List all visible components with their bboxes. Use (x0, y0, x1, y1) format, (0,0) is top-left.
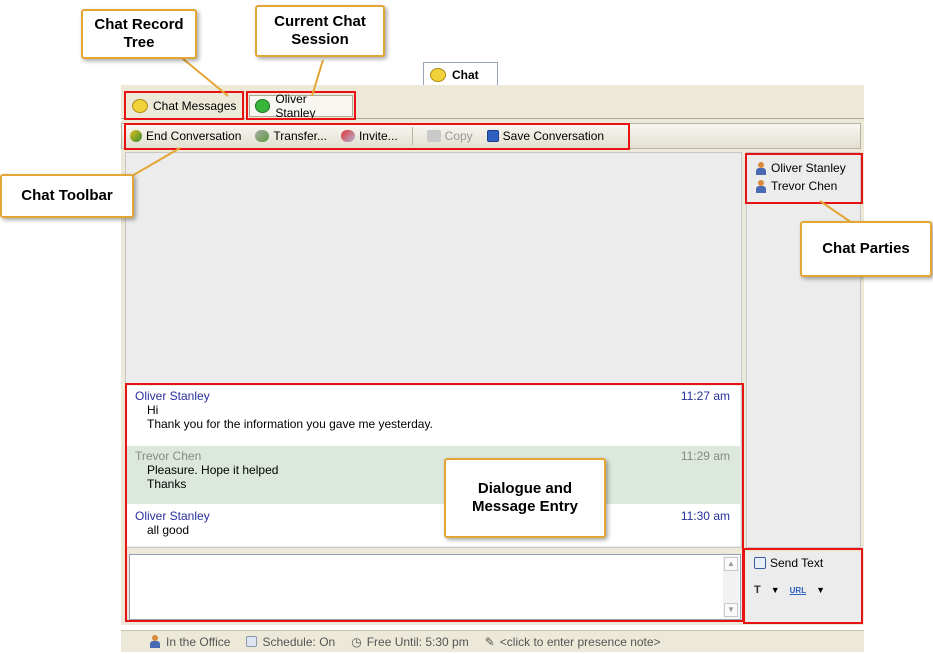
callout-text: Current Chat Session (274, 13, 366, 48)
callout-text: Chat Toolbar (21, 187, 113, 204)
callout-text: Chat Parties (822, 240, 910, 257)
callout-chat-toolbar: Chat Toolbar (0, 174, 134, 218)
callout-leaders (124, 57, 859, 228)
callout-current-chat-session: Current Chat Session (255, 5, 385, 57)
callout-chat-record-tree: Chat Record Tree (81, 9, 197, 59)
callout-chat-parties: Chat Parties (800, 221, 932, 277)
callout-text: Dialogue and Message Entry (472, 480, 578, 515)
callout-dialogue-entry: Dialogue and Message Entry (444, 458, 606, 538)
callout-text: Chat Record Tree (94, 16, 184, 51)
